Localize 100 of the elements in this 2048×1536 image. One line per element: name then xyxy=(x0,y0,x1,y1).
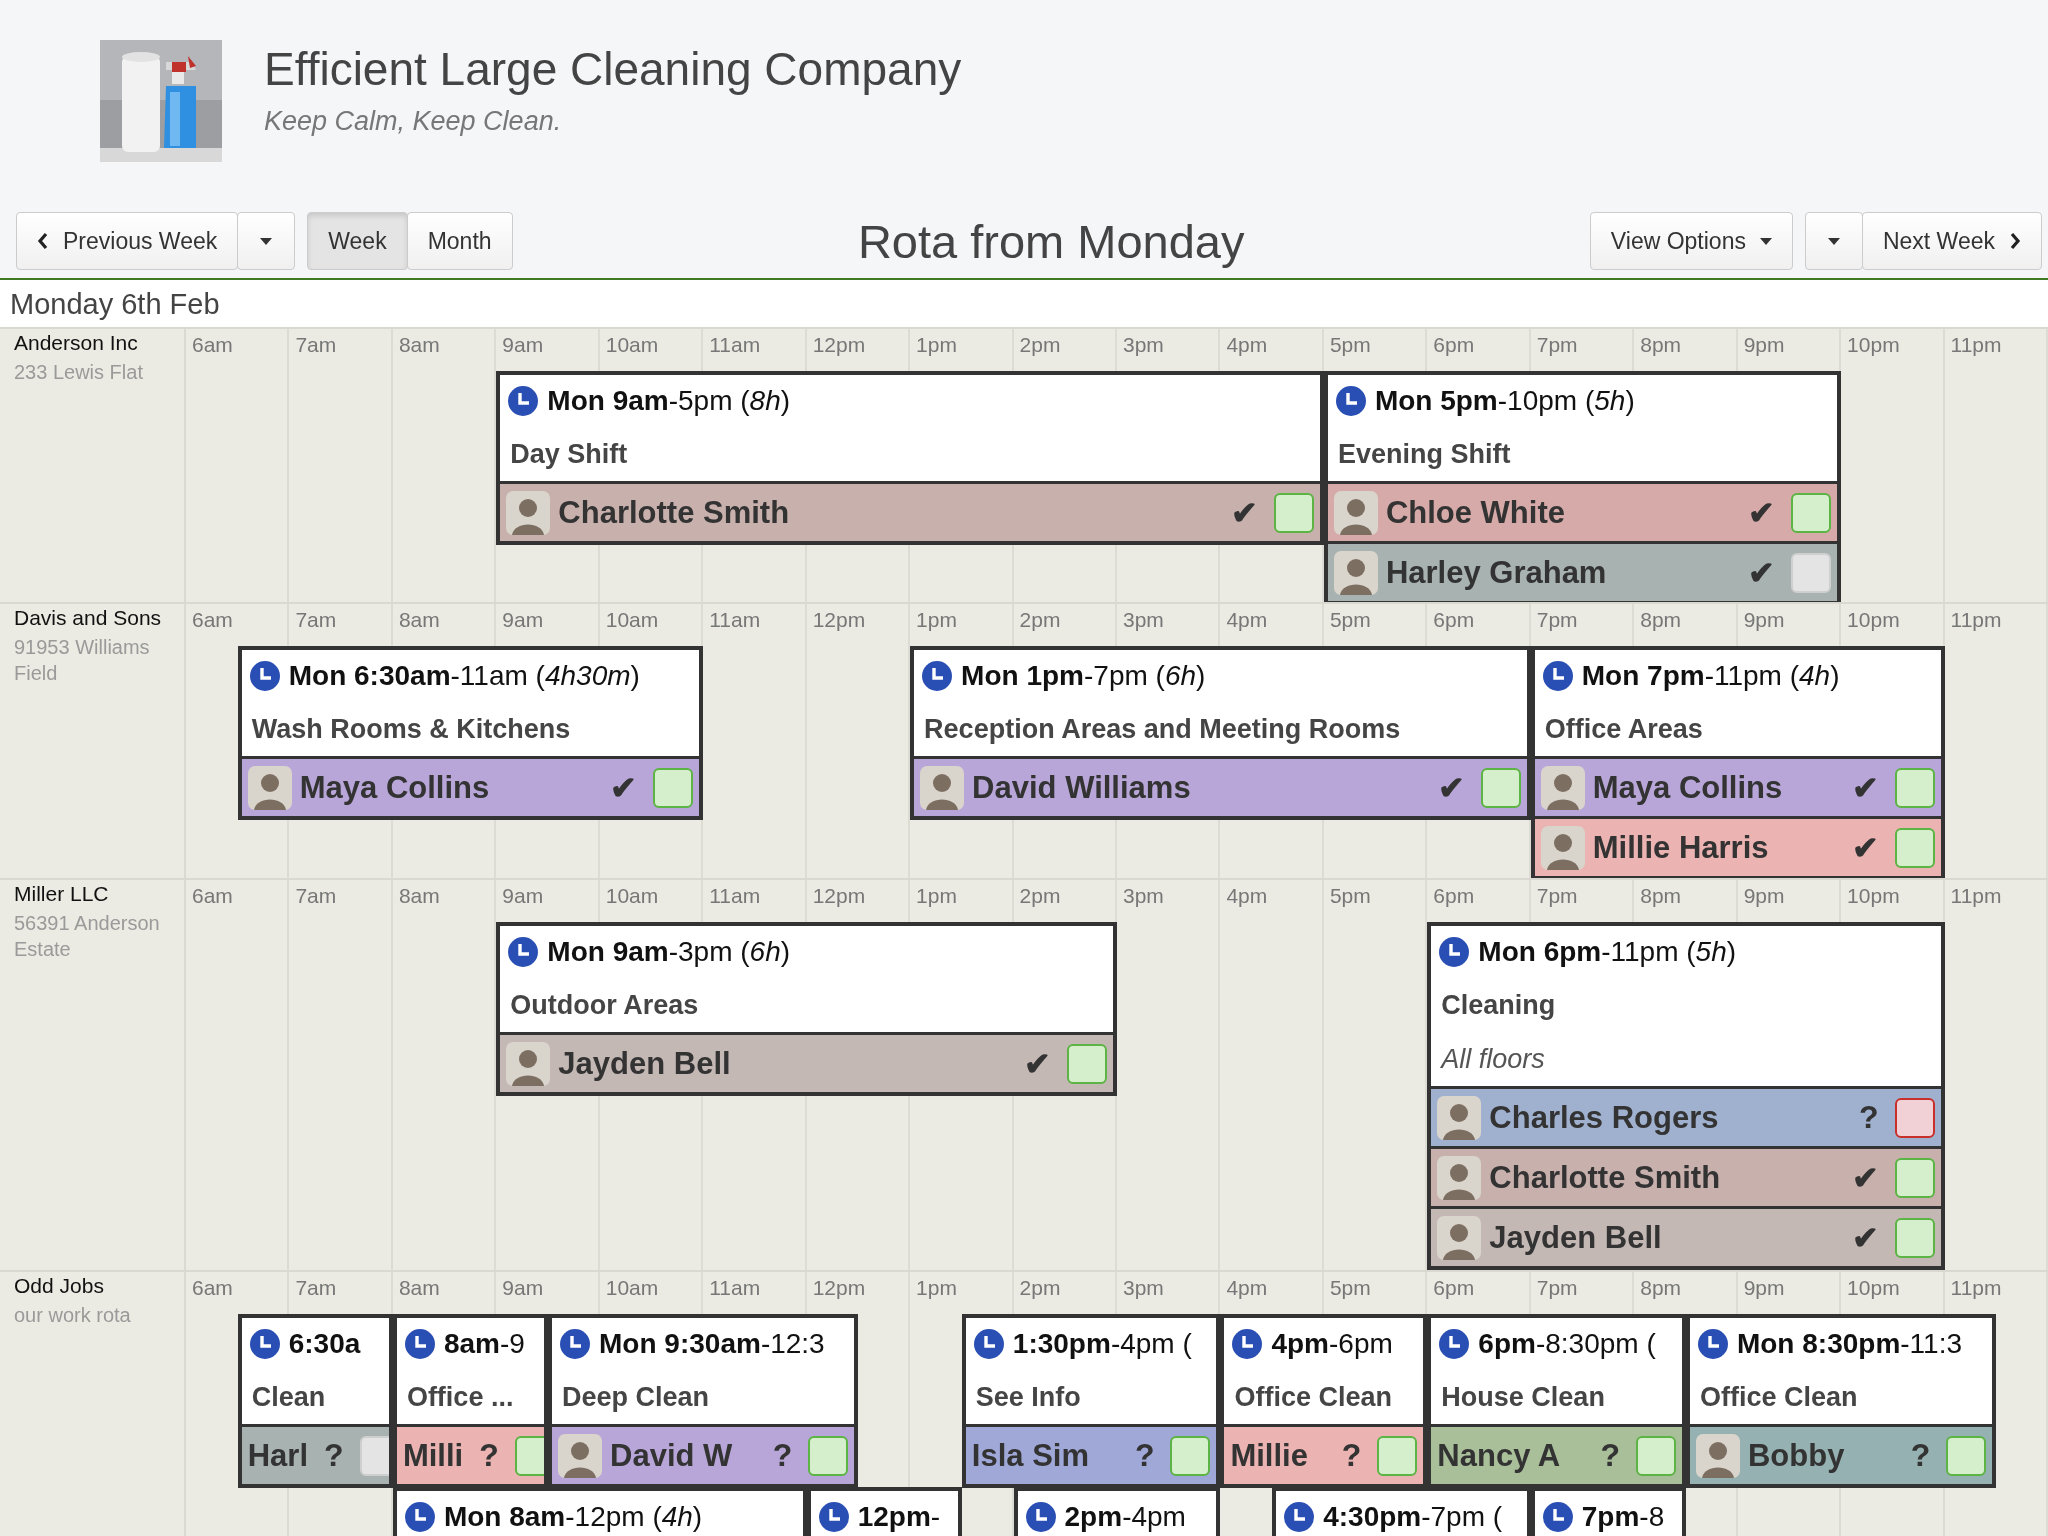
view-tab[interactable]: Week xyxy=(307,212,408,270)
status-mark: ✔ xyxy=(1850,768,1880,807)
next-week-button[interactable]: Next Week xyxy=(1861,212,2042,270)
status-checkbox[interactable] xyxy=(1894,1157,1935,1198)
status-checkbox[interactable] xyxy=(1894,1217,1935,1258)
staff-name: Charlotte Smith xyxy=(1489,1159,1721,1196)
shift-card[interactable]: Mon 6:30am-11am (4h30m) Wash Rooms & Kitchens Maya Collins ✔ xyxy=(237,646,704,820)
staff-row[interactable]: Chloe White ✔ xyxy=(1327,481,1838,541)
shift-card[interactable]: Mon 9:30am-12:3 Deep Clean David W ? xyxy=(548,1314,859,1488)
staff-row[interactable]: Nancy A ? xyxy=(1431,1424,1682,1484)
staff-row[interactable]: Jayden Bell ✔ xyxy=(500,1032,1113,1092)
shift-card[interactable]: 2pm-4pm xyxy=(1013,1487,1221,1536)
view-tab[interactable]: Month xyxy=(406,212,513,270)
dropdown-button[interactable] xyxy=(237,212,296,270)
shift-title: Clean xyxy=(251,1381,326,1413)
shift-card[interactable]: Mon 6pm-11pm (5h) Cleaning All floors Charles Rogers ? Charlotte Smith ✔ Jayden Bell ✔ xyxy=(1427,922,1945,1270)
shift-card[interactable]: 6:30a Clean Harl ? xyxy=(237,1314,393,1488)
status-checkbox[interactable] xyxy=(1894,767,1935,808)
dropdown-button[interactable] xyxy=(1804,212,1863,270)
status-mark: ? xyxy=(1340,1437,1363,1474)
staff-row[interactable]: Millie Harris ✔ xyxy=(1534,816,1941,876)
previous-week-button[interactable]: Previous Week xyxy=(16,212,239,270)
status-checkbox[interactable] xyxy=(514,1435,545,1476)
shift-card[interactable]: Mon 5pm-10pm (5h) Evening Shift Chloe White ✔ Harley Graham ✔ xyxy=(1323,371,1842,602)
status-mark: ✔ xyxy=(1850,1158,1880,1197)
staff-row[interactable]: Jayden Bell ✔ xyxy=(1431,1206,1941,1266)
shift-card[interactable]: Mon 8:30pm-11:3 Office Clean Bobby ? xyxy=(1685,1314,1997,1488)
hour-label: 11am xyxy=(709,1276,761,1299)
shift-title: Office ... xyxy=(406,1381,514,1413)
clock-icon xyxy=(249,661,280,691)
staff-row[interactable]: Harl ? xyxy=(241,1424,389,1484)
staff-row[interactable]: Bobby ? xyxy=(1689,1424,1993,1484)
shift-card[interactable]: 4:30pm-7pm ( xyxy=(1272,1487,1531,1536)
view-options-button[interactable]: View Options xyxy=(1589,212,1793,270)
shift-card[interactable]: 12pm- xyxy=(806,1487,962,1536)
hour-label: 7pm xyxy=(1536,1276,1578,1299)
hour-label: 6pm xyxy=(1433,333,1475,356)
shift-card[interactable]: Mon 9am-3pm (6h) Outdoor Areas Jayden Bell ✔ xyxy=(496,922,1117,1096)
status-checkbox[interactable] xyxy=(1067,1043,1107,1084)
site-address: 56391 Anderson Estate xyxy=(14,911,161,962)
hour-label: 9pm xyxy=(1743,333,1785,356)
clock-icon xyxy=(404,1502,435,1532)
staff-row[interactable]: Maya Collins ✔ xyxy=(241,756,700,816)
staff-name: Chloe White xyxy=(1385,494,1565,531)
clock-icon xyxy=(973,1329,1004,1359)
shift-card[interactable]: Mon 7pm-11pm (4h) Office Areas Maya Collins ✔ Millie Harris ✔ xyxy=(1530,646,1945,878)
status-checkbox[interactable] xyxy=(1480,767,1521,808)
status-checkbox[interactable] xyxy=(653,767,694,808)
staff-row[interactable]: David W ? xyxy=(552,1424,855,1484)
clock-icon xyxy=(922,661,953,691)
staff-row[interactable]: Charles Rogers ? xyxy=(1431,1086,1941,1146)
status-checkbox[interactable] xyxy=(1894,827,1935,868)
status-checkbox[interactable] xyxy=(1635,1435,1676,1476)
shift-time: Mon 6:30am-11am (4h30m) xyxy=(288,660,640,692)
clock-icon xyxy=(1542,1502,1573,1532)
caret-icon xyxy=(260,237,273,245)
shift-card[interactable]: Mon 8am-12pm (4h) xyxy=(392,1487,807,1536)
status-checkbox[interactable] xyxy=(1170,1435,1211,1476)
shift-card[interactable]: Mon 1pm-7pm (6h) Reception Areas and Meeting Rooms David Williams ✔ xyxy=(910,646,1531,820)
clock-icon xyxy=(249,1329,280,1359)
shift-title: Cleaning xyxy=(1441,989,1556,1021)
shift-title: Office Clean xyxy=(1234,1381,1392,1413)
status-checkbox[interactable] xyxy=(808,1435,849,1476)
shift-card[interactable]: 8am-9 Office ... Milli ? xyxy=(392,1314,549,1488)
staff-row[interactable]: Charlotte Smith ✔ xyxy=(1431,1146,1941,1206)
staff-row[interactable]: Millie ? xyxy=(1224,1424,1424,1484)
hour-label: 7am xyxy=(295,1276,337,1299)
shift-card[interactable]: Mon 9am-5pm (8h) Day Shift Charlotte Smith ✔ xyxy=(496,371,1324,545)
shift-time: 2pm-4pm xyxy=(1064,1501,1186,1533)
staff-name: David Williams xyxy=(972,769,1191,806)
shift-time: 4pm-6pm xyxy=(1271,1328,1393,1360)
status-checkbox[interactable] xyxy=(1946,1435,1987,1476)
status-checkbox[interactable] xyxy=(1894,1097,1935,1138)
shift-card[interactable]: 6pm-8:30pm ( House Clean Nancy A ? xyxy=(1427,1314,1686,1488)
status-mark: ? xyxy=(323,1437,345,1474)
hour-label: 6am xyxy=(192,333,233,356)
staff-name: Jayden Bell xyxy=(1489,1219,1662,1256)
staff-row[interactable]: Isla Sim ? xyxy=(965,1424,1217,1484)
site-name: Odd Jobs xyxy=(14,1274,105,1298)
hour-label: 10am xyxy=(605,1276,659,1299)
staff-row[interactable]: Milli ? xyxy=(396,1424,545,1484)
hour-label: 8am xyxy=(398,333,440,356)
staff-row[interactable]: David Williams ✔ xyxy=(914,756,1527,816)
staff-row[interactable]: Harley Graham ✔ xyxy=(1327,541,1838,601)
shift-card[interactable]: 4pm-6pm Office Clean Millie ? xyxy=(1220,1314,1428,1488)
hour-label: 1pm xyxy=(916,333,957,356)
status-checkbox[interactable] xyxy=(1377,1435,1418,1476)
status-checkbox[interactable] xyxy=(1791,492,1832,533)
hour-label: 7am xyxy=(295,608,337,631)
shift-card[interactable]: 7pm-8 xyxy=(1530,1487,1686,1536)
status-checkbox[interactable] xyxy=(1273,492,1314,533)
shift-time: Mon 1pm-7pm (6h) xyxy=(961,660,1206,692)
status-mark: ? xyxy=(771,1437,794,1474)
shift-card[interactable]: 1:30pm-4pm ( See Info Isla Sim ? xyxy=(961,1314,1221,1488)
staff-row[interactable]: Maya Collins ✔ xyxy=(1534,756,1941,816)
staff-row[interactable]: Charlotte Smith ✔ xyxy=(500,481,1320,541)
staff-name: David W xyxy=(610,1437,733,1474)
staff-name: Millie Harris xyxy=(1592,829,1769,866)
hour-label: 3pm xyxy=(1123,608,1164,631)
tagline: Keep Calm, Keep Clean. xyxy=(264,106,563,137)
